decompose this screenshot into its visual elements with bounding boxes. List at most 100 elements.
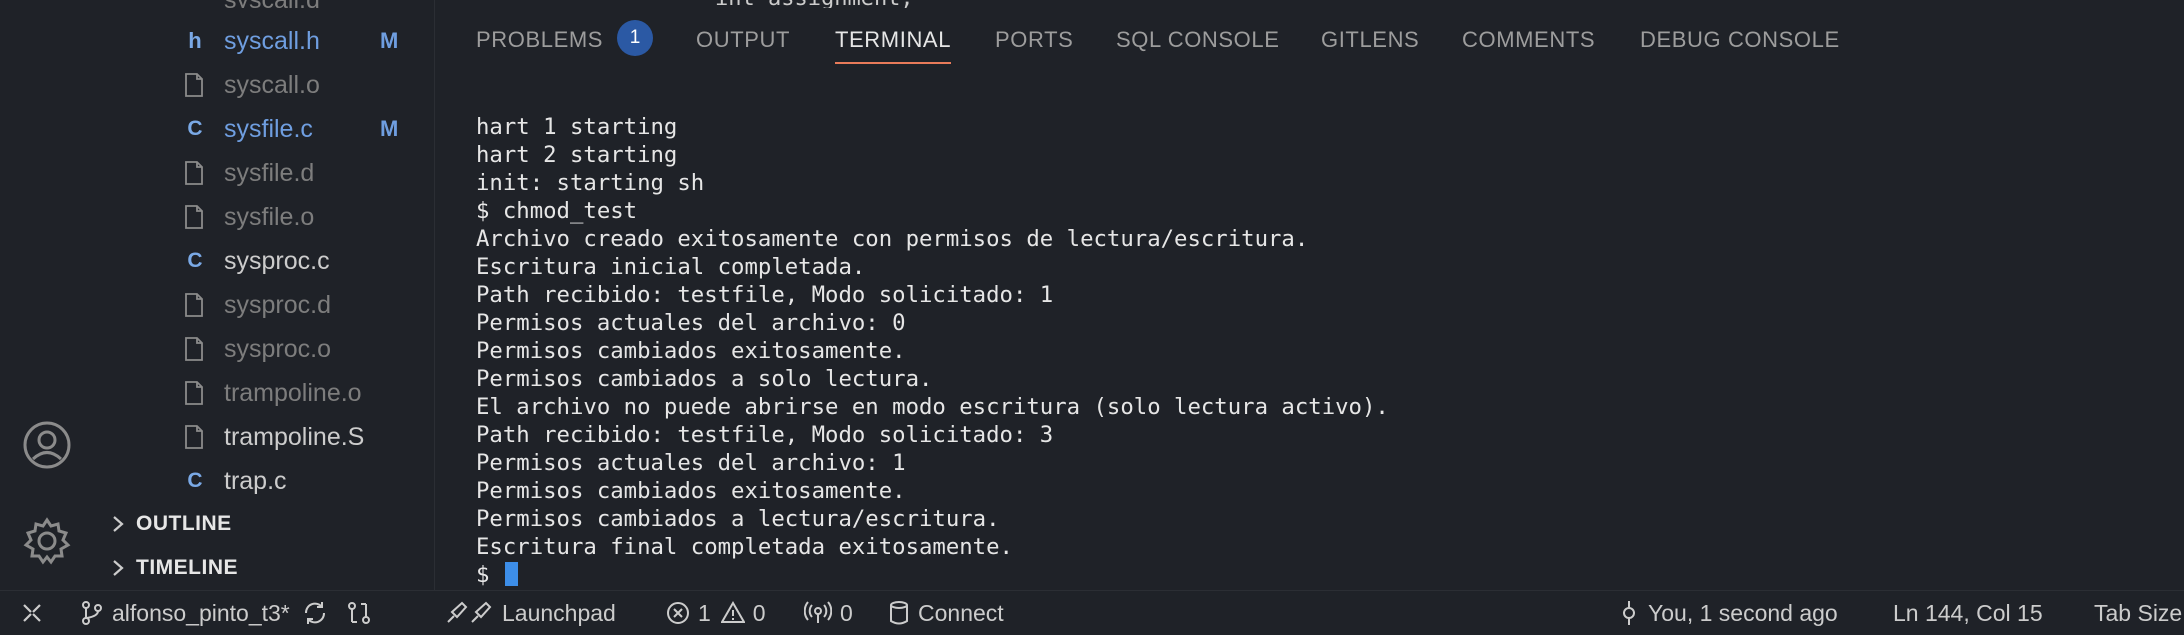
file-item[interactable]: sysfile.o: [94, 195, 434, 239]
terminal-line: Archivo creado exitosamente con permisos…: [476, 226, 1309, 252]
panel-tabs: PROBLEMS 1 OUTPUT TERMINAL PORTS SQL CON…: [435, 0, 2184, 78]
warning-icon: [720, 601, 745, 623]
ports-indicator[interactable]: 0: [804, 591, 853, 635]
file-item[interactable]: syscall.o: [94, 63, 434, 107]
git-blame-indicator[interactable]: You, 1 second ago: [1618, 591, 1838, 635]
file-icon: [184, 73, 206, 97]
terminal-line: Escritura inicial completada.: [476, 254, 866, 280]
file-item[interactable]: h syscall.h M: [94, 19, 434, 63]
tab-terminal-label: TERMINAL: [835, 27, 952, 52]
sync-icon[interactable]: [302, 600, 328, 626]
terminal-line: hart 2 starting: [476, 142, 678, 168]
c-file-icon: C: [187, 249, 203, 272]
terminal-line: init: starting sh: [476, 170, 705, 196]
file-name: syscall.h: [224, 26, 320, 55]
file-name: sysproc.d: [224, 290, 331, 319]
tab-gitlens[interactable]: GITLENS: [1321, 27, 1419, 53]
file-name: trampoline.S: [224, 422, 365, 451]
git-branch-icon: [82, 601, 102, 625]
terminal-prompt: $: [476, 562, 503, 588]
file-name: sysfile.c: [224, 114, 313, 143]
file-icon: [184, 381, 206, 405]
c-file-icon: C: [187, 117, 203, 140]
branch-indicator[interactable]: alfonso_pinto_t3*: [80, 591, 380, 635]
terminal-line: $ chmod_test: [476, 198, 638, 224]
tab-size-indicator[interactable]: Tab Size: 4: [2094, 591, 2184, 635]
tab-sql-console[interactable]: SQL CONSOLE: [1116, 27, 1280, 53]
file-name: syscall.o: [224, 70, 320, 99]
terminal-line: Permisos cambiados a solo lectura.: [476, 366, 933, 392]
file-icon: [184, 425, 206, 449]
outline-section[interactable]: OUTLINE: [94, 502, 434, 546]
blame-text: You, 1 second ago: [1648, 599, 1838, 626]
file-name: sysfile.o: [224, 202, 315, 231]
connect-label: Connect: [918, 599, 1004, 626]
file-icon: [184, 293, 206, 317]
gear-icon[interactable]: [22, 516, 72, 566]
terminal-line: Permisos actuales del archivo: 1: [476, 450, 906, 476]
tab-problems[interactable]: PROBLEMS: [476, 27, 603, 53]
file-item[interactable]: Ctrap.c: [94, 459, 434, 503]
file-name: trap.c: [224, 466, 287, 495]
c-file-icon: C: [187, 469, 203, 492]
tab-comments[interactable]: COMMENTS: [1462, 27, 1595, 53]
remote-icon: [23, 604, 41, 622]
tab-size-label: Tab Size: 4: [2094, 599, 2184, 626]
ports-count: 0: [840, 599, 853, 626]
connect-button[interactable]: Connect: [888, 591, 1004, 635]
git-compare-icon[interactable]: [346, 600, 372, 626]
active-tab-underline: [835, 62, 952, 64]
file-item[interactable]: Csysfile.c M: [94, 107, 434, 151]
file-name: sysproc.c: [224, 246, 330, 275]
terminal-line: hart 1 starting: [476, 114, 678, 140]
terminal-line: Escritura final completada exitosamente.: [476, 534, 1013, 560]
file-icon: [184, 205, 206, 229]
git-commit-icon: [1623, 601, 1635, 625]
broadcast-icon: [804, 601, 832, 623]
file-item[interactable]: sysproc.d: [94, 283, 434, 327]
file-name: trampoline.o: [224, 378, 362, 407]
timeline-label: TIMELINE: [136, 556, 238, 579]
problems-indicator[interactable]: 1 0: [666, 591, 766, 635]
terminal-line: Permisos cambiados exitosamente.: [476, 478, 906, 504]
modified-badge: M: [380, 28, 399, 53]
timeline-section[interactable]: TIMELINE: [94, 546, 434, 590]
file-item[interactable]: sysproc.o: [94, 327, 434, 371]
warning-count: 0: [752, 599, 766, 626]
tab-output[interactable]: OUTPUT: [696, 27, 790, 53]
file-item[interactable]: sysfile.d: [94, 151, 434, 195]
outline-label: OUTLINE: [136, 512, 232, 535]
terminal-cursor: [504, 562, 518, 586]
tab-terminal[interactable]: TERMINAL: [835, 27, 952, 64]
status-bar: alfonso_pinto_t3* Launchpad 1 0 0 Connec…: [0, 590, 2184, 635]
terminal-line: Permisos cambiados exitosamente.: [476, 338, 906, 364]
cursor-position[interactable]: Ln 144, Col 15: [1893, 591, 2043, 635]
terminal-line: Permisos actuales del archivo: 0: [476, 310, 906, 336]
bottom-panel: int assignment; PROBLEMS 1 OUTPUT TERMIN…: [435, 0, 2184, 590]
header-file-icon: h: [188, 28, 202, 53]
modified-badge: M: [380, 116, 399, 141]
error-icon: [667, 602, 689, 624]
file-item[interactable]: trampoline.S: [94, 415, 434, 459]
terminal-output[interactable]: hart 1 starting hart 2 starting init: star…: [476, 113, 1389, 589]
database-icon: [890, 601, 908, 625]
file-name: sysfile.d: [224, 158, 315, 187]
file-icon: [184, 337, 206, 361]
error-count: 1: [698, 599, 711, 626]
chevron-right-icon: [113, 516, 124, 532]
cursor-position-label: Ln 144, Col 15: [1893, 599, 2043, 626]
tab-ports[interactable]: PORTS: [995, 27, 1073, 53]
explorer-sidebar: syscall.d h syscall.h Msyscall.o Csysfile.c…: [94, 0, 435, 590]
branch-name: alfonso_pinto_t3*: [112, 599, 290, 626]
launchpad-label: Launchpad: [502, 599, 616, 626]
account-icon[interactable]: [22, 420, 72, 470]
file-item[interactable]: trampoline.o: [94, 371, 434, 415]
launchpad-button[interactable]: Launchpad: [444, 591, 616, 635]
file-name: sysproc.o: [224, 334, 331, 363]
tab-debug-console[interactable]: DEBUG CONSOLE: [1640, 27, 1840, 53]
remote-indicator[interactable]: [20, 591, 52, 635]
partial-file-row: syscall.d: [224, 0, 344, 8]
file-icon: [184, 161, 206, 185]
chevron-right-icon: [113, 560, 124, 576]
file-item[interactable]: Csysproc.c: [94, 239, 434, 283]
